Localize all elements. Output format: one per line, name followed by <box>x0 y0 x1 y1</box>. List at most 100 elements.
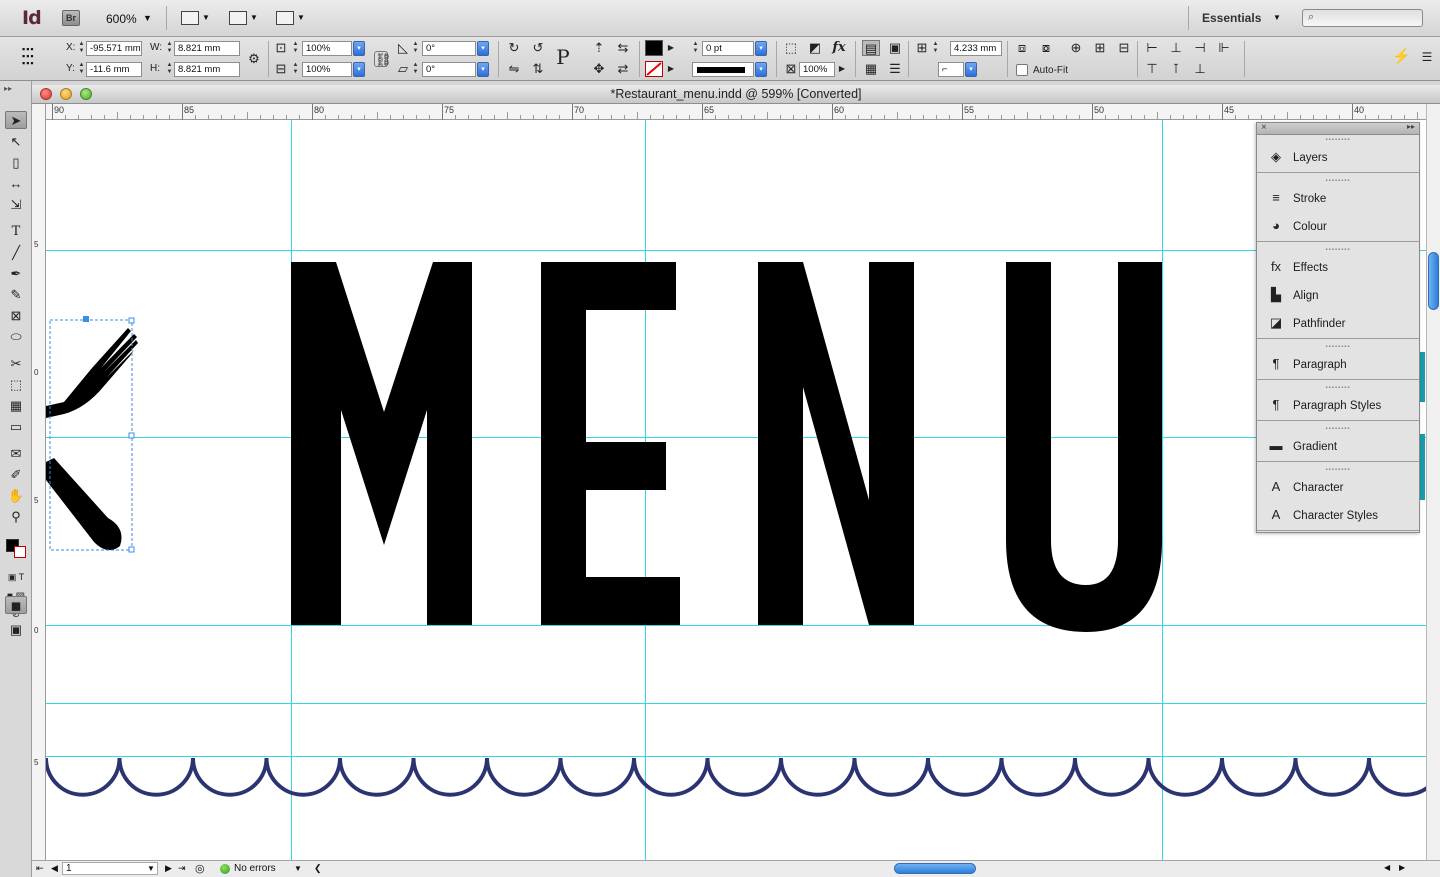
scale-y-field[interactable]: 100% <box>302 62 352 77</box>
pencil-tool-icon[interactable]: ✎ <box>5 286 27 304</box>
panel-item-layers[interactable]: ◈ Layers <box>1257 144 1419 172</box>
text-wrap-box-icon[interactable]: ▣ <box>886 40 904 56</box>
rotate-ccw-icon[interactable]: ↺ <box>529 40 547 56</box>
rotation-dropdown[interactable]: ▾ <box>477 41 489 56</box>
ellipse-tool-icon[interactable]: ⬭ <box>5 328 27 346</box>
hand-tool-icon[interactable]: ✋ <box>5 487 27 505</box>
pen-tool-icon[interactable]: ✒ <box>5 265 27 283</box>
fill-frame-icon[interactable]: ⊞ <box>1091 40 1109 56</box>
constrain-proportions-icon[interactable]: ⚙ <box>245 51 263 67</box>
flip-horizontal-icon[interactable]: ⇋ <box>505 61 523 77</box>
panel-item-character-styles[interactable]: A Character Styles <box>1257 502 1419 530</box>
autofit-checkbox[interactable] <box>1016 64 1028 76</box>
collapse-dock-icon[interactable]: ▸▸ <box>1407 122 1415 131</box>
panel-item-gradient[interactable]: ▬ Gradient <box>1257 433 1419 461</box>
collapsed-panel-tab[interactable] <box>1420 352 1425 402</box>
preflight-status[interactable]: No errors <box>234 863 276 874</box>
scale-x-field[interactable]: 100% <box>302 41 352 56</box>
corner-shape-dropdown[interactable]: ▾ <box>965 62 977 77</box>
reference-point-icon[interactable]: ▪▪▪ ▪▪▪ ▪▪▪ <box>22 45 42 68</box>
search-input[interactable]: ⌕ <box>1302 9 1423 27</box>
normal-view-mode-icon[interactable]: ◼ <box>5 596 27 614</box>
panel-group-grip[interactable]: ▪▪▪▪▪▪▪▪ <box>1257 246 1419 254</box>
fit-content-frame-icon[interactable]: ⧈ <box>1013 40 1031 56</box>
text-wrap-jump-icon[interactable]: ☰ <box>886 61 904 77</box>
shear-dropdown[interactable]: ▾ <box>477 62 489 77</box>
gap-tool-icon[interactable]: ↔ <box>5 175 27 193</box>
panel-item-stroke[interactable]: ≡ Stroke <box>1257 185 1419 213</box>
text-wrap-none-icon[interactable]: ▤ <box>862 40 880 56</box>
chevron-down-icon[interactable]: ▼ <box>250 13 258 22</box>
center-content-icon[interactable]: ⊕ <box>1067 40 1085 56</box>
quick-apply-icon[interactable]: ⚡ <box>1392 49 1411 65</box>
bridge-button[interactable]: Br <box>62 10 80 26</box>
zoom-level[interactable]: 600% <box>106 12 137 26</box>
stroke-proxy-icon[interactable] <box>14 546 26 558</box>
content-collector-icon[interactable]: ⇲ <box>5 196 27 214</box>
align-top-icon[interactable]: ⊤ <box>1143 61 1161 77</box>
fit-frame-content-icon[interactable]: ⧇ <box>1037 40 1055 56</box>
type-tool-icon[interactable]: T <box>5 223 27 241</box>
selection-handle-center-top[interactable] <box>83 316 89 322</box>
stroke-weight-field[interactable]: 0 pt <box>702 41 754 56</box>
constrain-scale-icon[interactable]: ⛓ <box>374 51 392 67</box>
stroke-swatch[interactable] <box>645 61 663 77</box>
x-stepper[interactable]: ▲ ▼ <box>77 41 86 56</box>
align-middle-icon[interactable]: ⊺ <box>1167 61 1185 77</box>
align-right-icon[interactable]: ⊣ <box>1191 40 1209 56</box>
horizontal-scroll-thumb[interactable] <box>894 863 976 874</box>
gradient-swatch-tool-icon[interactable]: ▦ <box>5 397 27 415</box>
fork-knife-illustration[interactable] <box>46 310 166 570</box>
chevron-down-icon[interactable]: ▼ <box>1273 13 1281 22</box>
direct-selection-tool-icon[interactable]: ↖ <box>5 133 27 151</box>
scroll-left-arrow-icon[interactable]: ◀ <box>1384 863 1390 872</box>
offset-field[interactable]: 4.233 mm <box>950 41 1002 56</box>
stroke-type-field[interactable] <box>692 62 754 77</box>
screen-mode-icon[interactable] <box>229 11 247 25</box>
width-field[interactable]: 8.821 mm <box>174 41 240 56</box>
opacity-field[interactable]: 100% <box>799 62 835 77</box>
menu-headline[interactable] <box>46 120 1426 860</box>
shear-stepper[interactable]: ▲ ▼ <box>411 62 420 77</box>
panel-item-character[interactable]: A Character <box>1257 474 1419 502</box>
chevron-down-icon[interactable]: ▼ <box>297 13 305 22</box>
opacity-dropdown-icon[interactable]: ▶ <box>836 61 848 77</box>
preflight-options-icon[interactable]: ◎ <box>195 862 205 875</box>
flip-vertical-icon[interactable]: ⇅ <box>529 61 547 77</box>
shear-field[interactable]: 0° <box>422 62 476 77</box>
select-content-icon[interactable]: ✥ <box>590 61 608 77</box>
corner-shape-field[interactable]: ⌐ <box>938 62 964 77</box>
scroll-left-icon[interactable]: ❮ <box>314 863 322 874</box>
text-wrap-shape-icon[interactable]: ▦ <box>862 61 880 77</box>
rotation-field[interactable]: 0° <box>422 41 476 56</box>
drop-shadow-icon[interactable]: ◩ <box>806 40 824 56</box>
panel-item-paragraph-styles[interactable]: ¶ Paragraph Styles <box>1257 392 1419 420</box>
fill-stroke-proxy[interactable] <box>6 539 28 559</box>
scallop-border[interactable] <box>46 750 1426 810</box>
rectangle-frame-tool-icon[interactable]: ⊠ <box>5 307 27 325</box>
next-page-icon[interactable]: ▶ <box>165 863 172 874</box>
page-dropdown-icon[interactable]: ▼ <box>147 864 155 873</box>
select-container-icon[interactable]: ⇡ <box>590 40 608 56</box>
panel-group-grip[interactable]: ▪▪▪▪▪▪▪▪ <box>1257 136 1419 144</box>
preflight-dropdown-icon[interactable]: ▼ <box>294 864 302 873</box>
rotate-cw-icon[interactable]: ↻ <box>505 40 523 56</box>
first-page-icon[interactable]: ⇤ <box>36 863 44 874</box>
stroke-type-dropdown[interactable]: ▾ <box>755 62 767 77</box>
horizontal-ruler[interactable]: 90 85 80 75 70 65 60 55 50 45 40 <box>46 104 1431 120</box>
vertical-scroll-thumb[interactable] <box>1428 252 1439 310</box>
selection-handle[interactable] <box>128 317 135 324</box>
fit-proportionally-icon[interactable]: ⊟ <box>1115 40 1133 56</box>
selection-handle[interactable] <box>128 546 135 553</box>
close-icon[interactable]: × <box>1261 122 1267 133</box>
panel-menu-icon[interactable]: ☰ <box>1418 49 1436 65</box>
selection-handle[interactable] <box>128 432 135 439</box>
panel-group-grip[interactable]: ▪▪▪▪▪▪▪▪ <box>1257 466 1419 474</box>
formatting-container-icon[interactable]: ▣ T <box>5 568 27 586</box>
page-number-field[interactable]: 1 <box>62 862 158 875</box>
zoom-tool-icon[interactable]: ⚲ <box>5 508 27 526</box>
panel-item-colour[interactable]: ◕ Colour <box>1257 213 1419 241</box>
panel-item-align[interactable]: ▙ Align <box>1257 282 1419 310</box>
scale-y-stepper[interactable]: ▲ ▼ <box>291 62 300 77</box>
scissors-tool-icon[interactable]: ✂ <box>5 355 27 373</box>
